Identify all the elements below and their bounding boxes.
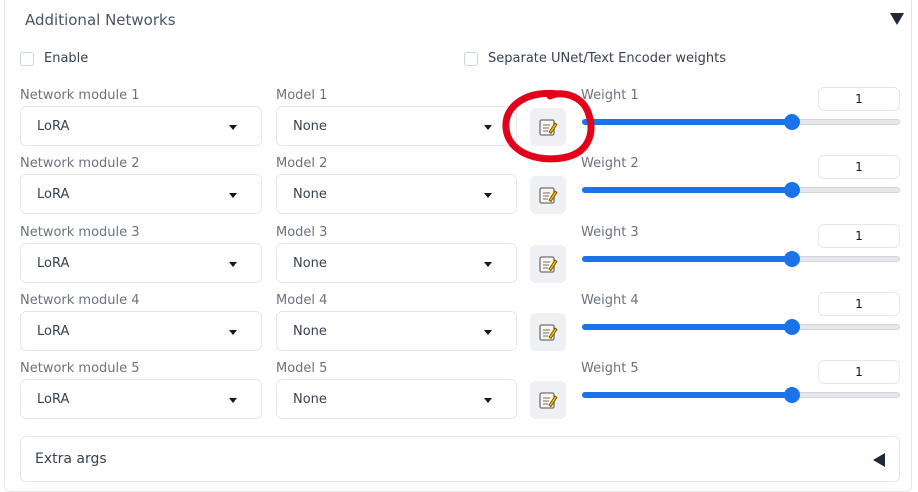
slider-fill (582, 187, 792, 193)
network-module-value: LoRA (37, 255, 70, 271)
weight-number-input[interactable]: 1 (818, 224, 900, 248)
chevron-down-icon (484, 330, 492, 335)
extra-args-label: Extra args (35, 451, 107, 467)
chevron-down-icon (484, 398, 492, 403)
network-module-label: Network module 4 (20, 293, 140, 308)
network-module-label: Network module 5 (20, 361, 140, 376)
weight-slider[interactable] (582, 114, 900, 130)
model-label: Model 4 (276, 293, 328, 308)
chevron-down-icon (229, 125, 237, 130)
edit-metadata-button[interactable] (530, 176, 566, 214)
model-label: Model 2 (276, 156, 328, 171)
weight-slider[interactable] (582, 319, 900, 335)
network-module-value: LoRA (37, 186, 70, 202)
weight-number-input[interactable]: 1 (818, 360, 900, 384)
slider-fill (582, 324, 792, 330)
red-circle-annotation (502, 89, 595, 163)
weight-slider[interactable] (582, 251, 900, 267)
network-module-dropdown[interactable]: LoRA (20, 311, 262, 351)
model-dropdown[interactable]: None (276, 106, 517, 146)
collapse-triangle-icon[interactable] (890, 13, 904, 25)
weight-label: Weight 4 (581, 293, 639, 308)
model-label: Model 3 (276, 225, 328, 240)
model-label: Model 5 (276, 361, 328, 376)
notepad-pencil-icon (539, 324, 558, 341)
enable-label: Enable (44, 51, 89, 66)
model-label: Model 1 (276, 88, 328, 103)
notepad-pencil-icon (539, 256, 558, 273)
enable-checkbox[interactable] (20, 51, 34, 66)
chevron-down-icon (484, 193, 492, 198)
weight-number-input[interactable]: 1 (818, 292, 900, 316)
model-dropdown[interactable]: None (276, 311, 517, 351)
network-module-value: LoRA (37, 323, 70, 339)
weight-label: Weight 3 (581, 225, 639, 240)
network-module-dropdown[interactable]: LoRA (20, 243, 262, 283)
separate-weights-checkbox[interactable] (464, 51, 478, 66)
accordion-title[interactable]: Additional Networks (25, 11, 176, 29)
extra-args-accordion[interactable]: Extra args (20, 436, 900, 482)
network-module-value: LoRA (37, 391, 70, 407)
weight-number-input[interactable]: 1 (818, 155, 900, 179)
edit-metadata-button[interactable] (530, 313, 566, 351)
notepad-pencil-icon (539, 187, 558, 204)
network-module-label: Network module 2 (20, 156, 140, 171)
weight-slider[interactable] (582, 182, 900, 198)
chevron-down-icon (229, 330, 237, 335)
chevron-down-icon (484, 125, 492, 130)
separate-weights-option[interactable]: Separate UNet/Text Encoder weights (464, 51, 726, 66)
slider-thumb[interactable] (783, 387, 800, 403)
network-module-label: Network module 1 (20, 88, 140, 103)
chevron-down-icon (229, 262, 237, 267)
model-value: None (293, 391, 327, 407)
chevron-down-icon (484, 262, 492, 267)
enable-option[interactable]: Enable (20, 51, 88, 66)
edit-metadata-button[interactable] (530, 381, 566, 419)
slider-thumb[interactable] (783, 182, 800, 198)
network-module-dropdown[interactable]: LoRA (20, 379, 262, 419)
network-module-dropdown[interactable]: LoRA (20, 106, 262, 146)
model-dropdown[interactable]: None (276, 379, 517, 419)
model-value: None (293, 323, 327, 339)
slider-fill (582, 119, 792, 125)
slider-thumb[interactable] (783, 319, 800, 335)
model-dropdown[interactable]: None (276, 174, 517, 214)
weight-slider[interactable] (582, 387, 900, 403)
slider-fill (582, 256, 792, 262)
edit-metadata-button[interactable] (530, 245, 566, 283)
slider-thumb[interactable] (783, 251, 800, 267)
chevron-down-icon (229, 193, 237, 198)
notepad-pencil-icon (539, 392, 558, 409)
weight-label: Weight 5 (581, 361, 639, 376)
network-module-label: Network module 3 (20, 225, 140, 240)
model-dropdown[interactable]: None (276, 243, 517, 283)
slider-thumb[interactable] (783, 114, 800, 130)
chevron-down-icon (229, 398, 237, 403)
separate-weights-label: Separate UNet/Text Encoder weights (488, 51, 727, 66)
expand-triangle-icon[interactable] (873, 453, 885, 467)
model-value: None (293, 186, 327, 202)
model-value: None (293, 118, 327, 134)
network-module-value: LoRA (37, 118, 70, 134)
weight-number-input[interactable]: 1 (818, 87, 900, 111)
network-module-dropdown[interactable]: LoRA (20, 174, 262, 214)
model-value: None (293, 255, 327, 271)
slider-fill (582, 392, 792, 398)
